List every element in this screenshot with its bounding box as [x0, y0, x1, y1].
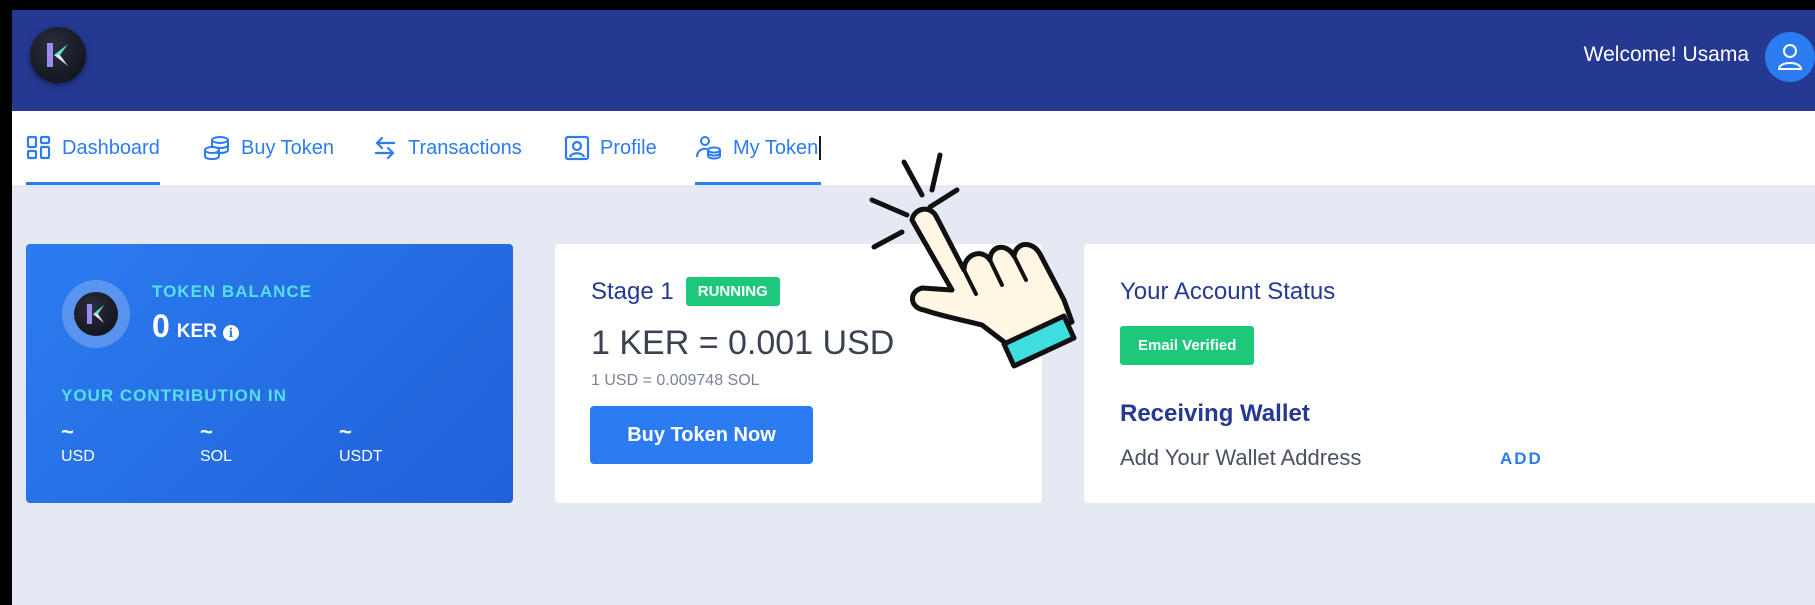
buy-token-now-button[interactable]: Buy Token Now: [590, 406, 813, 464]
wallet-address-text: Add Your Wallet Address: [1120, 445, 1362, 470]
nav-item-buy-token[interactable]: Buy Token: [203, 111, 334, 185]
account-status-card: Your Account Status Email Verified Recei…: [1084, 244, 1815, 503]
swap-arrows-icon: [374, 136, 396, 160]
token-sub-rate: 1 USD = 0.009748 SOL: [591, 372, 760, 389]
dashboard-grid-icon: [26, 135, 51, 160]
stage-title-row: Stage 1 RUNNING: [591, 277, 780, 306]
token-balance-title: TOKEN BALANCE: [152, 282, 313, 301]
contribution-currency: USDT: [339, 448, 383, 465]
nav-item-my-token[interactable]: My Token: [695, 111, 822, 185]
contribution-currency: SOL: [200, 448, 233, 465]
app-frame: Welcome! Usama Dashboard Buy Token Trans…: [12, 10, 1815, 605]
profile-card-icon: [564, 135, 590, 161]
pointing-hand-cursor-icon: [869, 152, 1077, 369]
receiving-wallet-title: Receiving Wallet: [1120, 400, 1310, 427]
welcome-text: Welcome! Usama: [1583, 43, 1749, 66]
token-balance-value: 0 KER i: [152, 308, 239, 345]
contribution-currency: USD: [61, 448, 95, 465]
top-bar: Welcome! Usama: [12, 10, 1815, 111]
account-status-title: Your Account Status: [1120, 278, 1336, 305]
nav-label-transactions: Transactions: [408, 136, 522, 159]
contribution-value: ~: [339, 419, 352, 444]
ker-token-icon: [74, 292, 118, 336]
balance-amount: 0: [152, 308, 170, 344]
ker-logo-icon[interactable]: [30, 27, 86, 83]
nav-label-buy-token: Buy Token: [241, 136, 335, 159]
contribution-title: YOUR CONTRIBUTION IN: [61, 386, 287, 405]
email-verified-badge: Email Verified: [1120, 326, 1255, 365]
stage-title: Stage 1: [591, 277, 674, 305]
coins-stack-icon: [204, 136, 229, 161]
contribution-usd: ~ USD: [61, 419, 95, 466]
token-rate: 1 KER = 0.001 USD: [591, 324, 895, 362]
contribution-value: ~: [61, 419, 74, 444]
balance-unit: KER: [176, 321, 217, 342]
text-caret: [819, 136, 822, 160]
info-icon[interactable]: i: [222, 325, 239, 341]
nav-label-dashboard: Dashboard: [62, 136, 160, 159]
balance-logo-ring: [62, 280, 130, 348]
user-icon[interactable]: [1765, 32, 1815, 82]
nav-item-profile[interactable]: Profile: [564, 111, 657, 185]
contribution-value: ~: [200, 419, 213, 444]
status-badge: RUNNING: [685, 277, 780, 306]
contribution-usdt: ~ USDT: [339, 419, 383, 466]
nav-item-dashboard[interactable]: Dashboard: [26, 111, 160, 185]
user-coins-icon: [696, 136, 721, 160]
nav-item-transactions[interactable]: Transactions: [372, 111, 522, 185]
token-balance-card: TOKEN BALANCE 0 KER i YOUR CONTRIBUTION …: [26, 244, 513, 503]
add-wallet-link[interactable]: ADD: [1500, 449, 1543, 469]
nav-label-my-token: My Token: [733, 136, 819, 159]
contribution-sol: ~ SOL: [200, 419, 233, 466]
nav-label-profile: Profile: [600, 136, 657, 159]
